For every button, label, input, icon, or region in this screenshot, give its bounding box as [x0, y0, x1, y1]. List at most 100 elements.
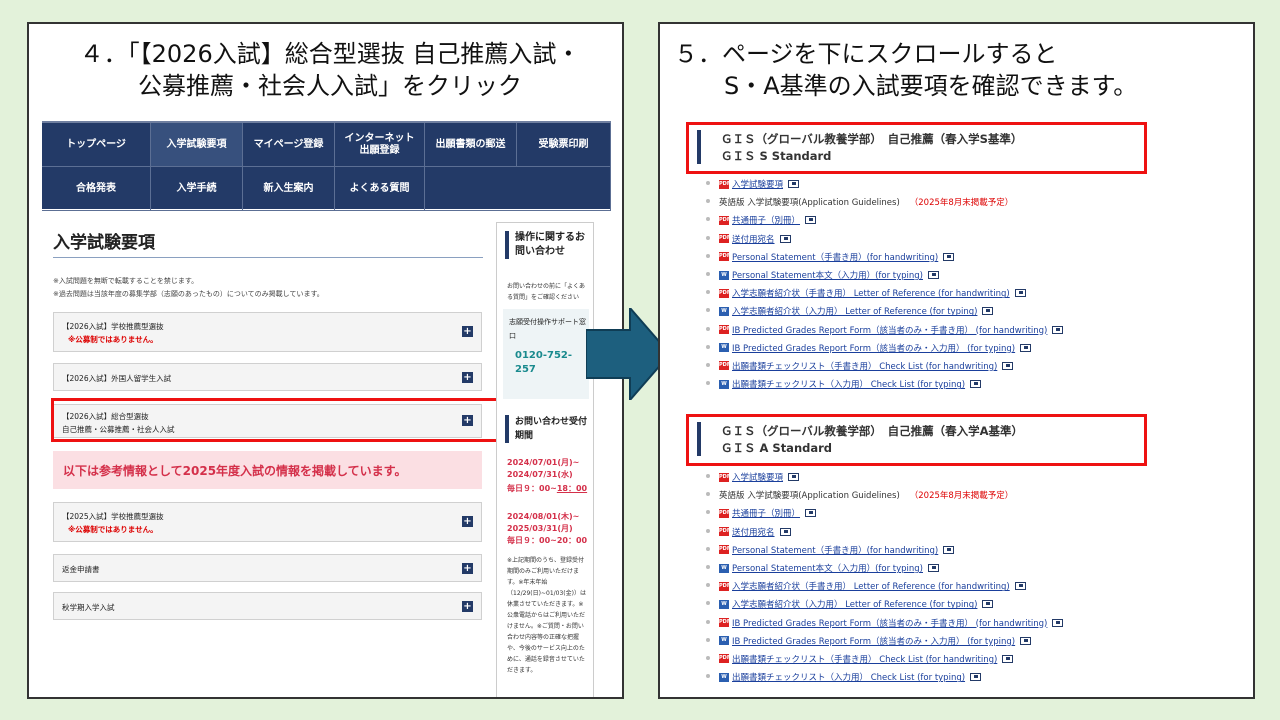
doc-link[interactable]: IB Predicted Grades Report Form（該当者のみ・手書…: [732, 324, 1047, 336]
external-window-icon[interactable]: [788, 473, 800, 482]
doc-link[interactable]: IB Predicted Grades Report Form（該当者のみ・手書…: [732, 617, 1047, 629]
period-2-time: 毎日９：00~20：00: [507, 536, 588, 545]
section-subtitle: ＧＩＳ S Standard: [721, 149, 832, 163]
left-panel: ４．「【2026入試】総合型選抜 自己推薦入試・ 公募推薦・社会人入試」をクリッ…: [27, 22, 624, 699]
doc-link[interactable]: 入学試験要項: [732, 178, 783, 190]
accordion-2026-international[interactable]: 【2026入試】外国人留学生入試 +: [53, 363, 482, 391]
bullet-dot: [706, 290, 710, 295]
nav-empty: [425, 167, 611, 211]
bullet-dot: [706, 344, 710, 349]
pdf-file-icon: PDF: [719, 654, 731, 664]
doc-list-item: PDF 送付用宛名: [706, 230, 1063, 248]
external-window-icon[interactable]: [788, 180, 800, 189]
external-window-icon[interactable]: [1014, 582, 1026, 591]
external-window-icon[interactable]: [928, 564, 939, 573]
external-window-icon[interactable]: [779, 234, 791, 243]
right-panel: ５．ページを下にスクロールすると S・A基準の入試要項を確認できます。 ＧＩＳ（…: [658, 22, 1255, 699]
expand-plus-icon[interactable]: +: [462, 601, 473, 612]
doc-link[interactable]: IB Predicted Grades Report Form（該当者のみ・入力…: [732, 635, 1015, 647]
doc-list-item: W 入学志願者紹介状（入力用） Letter of Reference (for …: [706, 302, 1063, 320]
external-window-icon[interactable]: [1002, 654, 1014, 663]
pdf-file-icon: PDF: [719, 234, 731, 244]
nav-results[interactable]: 合格発表: [42, 167, 151, 211]
external-window-icon[interactable]: [1052, 618, 1064, 627]
nav-mail-docs[interactable]: 出願書類の郵送: [425, 123, 517, 167]
doc-list-item: 英語版 入学試験要項(Application Guidelines) （2025年…: [706, 193, 1063, 211]
section-title: ＧＩＳ（グローバル教養学部） 自己推薦（春入学A基準）: [721, 424, 1024, 438]
doc-link[interactable]: 出願書類チェックリスト（入力用） Check List (for typing): [732, 671, 965, 683]
external-window-icon[interactable]: [1052, 325, 1064, 334]
word-file-icon: W: [719, 379, 729, 389]
doc-link[interactable]: IB Predicted Grades Report Form（該当者のみ・入力…: [732, 342, 1015, 354]
accordion-refund[interactable]: 返金申請書 +: [53, 554, 482, 582]
doc-list-item: W IB Predicted Grades Report Form（該当者のみ・入…: [706, 339, 1063, 357]
doc-list-item: PDF IB Predicted Grades Report Form（該当者のみ…: [706, 321, 1064, 339]
external-window-icon[interactable]: [982, 307, 994, 316]
accordion-title: 【2026入試】学校推薦型選抜: [62, 322, 164, 331]
doc-link[interactable]: 出願書類チェックリスト（手書き用） Check List (for handwr…: [732, 360, 997, 372]
doc-list-item: PDF 入学試験要項: [706, 175, 1063, 193]
publish-schedule-note: （2025年8月末掲載予定）: [909, 491, 1014, 502]
accordion-title: 【2026入試】外国人留学生入試: [62, 374, 172, 383]
bullet-dot: [706, 637, 710, 642]
external-window-icon[interactable]: [943, 252, 955, 261]
expand-plus-icon[interactable]: +: [462, 516, 473, 527]
accordion-note: ※公募制ではありません。: [68, 335, 158, 344]
accordion-2025-school-recommend[interactable]: 【2025入試】学校推薦型選抜 ※公募制ではありません。 +: [53, 502, 482, 542]
heading-underline: [53, 257, 483, 258]
external-window-icon[interactable]: [1002, 361, 1014, 370]
accordion-2026-school-recommend[interactable]: 【2026入試】学校推薦型選抜 ※公募制ではありません。 +: [53, 312, 482, 352]
sidebar-notes: ※上記期間のうち、登録受付期間のみご利用いただけます。※年末年始（12/29(日…: [507, 557, 586, 674]
accordion-autumn[interactable]: 秋学期入学入試 +: [53, 592, 482, 620]
nav-enrollment[interactable]: 入学手続: [151, 167, 243, 211]
doc-list-item: 英語版 入学試験要項(Application Guidelines) （2025年…: [706, 486, 1063, 504]
external-window-icon[interactable]: [982, 600, 994, 609]
doc-link[interactable]: Personal Statement（手書き用）(for handwriting…: [732, 544, 938, 556]
doc-link[interactable]: 共通冊子（別冊）: [732, 507, 800, 519]
pdf-file-icon: PDF: [719, 527, 731, 537]
bullet-dot: [706, 326, 710, 331]
doc-link[interactable]: 送付用宛名: [732, 233, 775, 245]
doc-list-item: W Personal Statement本文（入力用）(for typing): [706, 559, 1063, 577]
doc-link[interactable]: 送付用宛名: [732, 526, 775, 538]
doc-link[interactable]: 出願書類チェックリスト（手書き用） Check List (for handwr…: [732, 653, 997, 665]
doc-list-item: W 入学志願者紹介状（入力用） Letter of Reference (for …: [706, 595, 1063, 613]
doc-link[interactable]: 入学志願者紹介状（手書き用） Letter of Reference (for …: [732, 580, 1010, 592]
nav-mypage[interactable]: マイページ登録: [243, 123, 335, 167]
doc-list-item: PDF 送付用宛名: [706, 523, 1063, 541]
doc-link[interactable]: Personal Statement（手書き用）(for handwriting…: [732, 251, 938, 263]
doc-link: 英語版 入学試験要項(Application Guidelines): [719, 491, 900, 502]
external-window-icon[interactable]: [943, 545, 955, 554]
external-window-icon[interactable]: [1014, 289, 1026, 298]
external-window-icon[interactable]: [805, 216, 817, 225]
doc-link[interactable]: Personal Statement本文（入力用）(for typing): [732, 562, 923, 574]
nav-internet-apply[interactable]: インターネット出願登録: [335, 123, 425, 167]
nav-print-ticket[interactable]: 受験票印刷: [517, 123, 611, 167]
doc-link[interactable]: 入学志願者紹介状（手書き用） Letter of Reference (for …: [732, 287, 1010, 299]
doc-list-item: PDF 出願書類チェックリスト（手書き用） Check List (for han…: [706, 357, 1063, 375]
doc-link[interactable]: 入学試験要項: [732, 471, 783, 483]
doc-link[interactable]: 共通冊子（別冊）: [732, 214, 800, 226]
expand-plus-icon[interactable]: +: [462, 563, 473, 574]
doc-link[interactable]: 出願書類チェックリスト（入力用） Check List (for typing): [732, 378, 965, 390]
external-window-icon[interactable]: [970, 380, 982, 389]
doc-link[interactable]: 入学志願者紹介状（入力用） Letter of Reference (for t…: [732, 305, 977, 317]
external-window-icon[interactable]: [970, 673, 982, 682]
external-window-icon[interactable]: [805, 509, 817, 518]
external-window-icon[interactable]: [1020, 343, 1032, 352]
doc-list-item: W Personal Statement本文（入力用）(for typing): [706, 266, 1063, 284]
doc-link[interactable]: Personal Statement本文（入力用）(for typing): [732, 269, 923, 281]
doc-link[interactable]: 入学志願者紹介状（入力用） Letter of Reference (for t…: [732, 598, 977, 610]
expand-plus-icon[interactable]: +: [462, 372, 473, 383]
external-window-icon[interactable]: [779, 527, 791, 536]
nav-freshman[interactable]: 新入生案内: [243, 167, 335, 211]
sidebar-faq-note: お問い合わせの前に「よくある質問」をご確認ください: [507, 283, 586, 301]
external-window-icon[interactable]: [1020, 636, 1032, 645]
bullet-dot: [706, 510, 710, 515]
nav-guidelines[interactable]: 入学試験要項: [151, 123, 243, 167]
external-window-icon[interactable]: [928, 271, 939, 280]
nav-top[interactable]: トップページ: [42, 123, 151, 167]
expand-plus-icon[interactable]: +: [462, 326, 473, 337]
pdf-file-icon: PDF: [719, 581, 731, 591]
nav-faq[interactable]: よくある質問: [335, 167, 425, 211]
